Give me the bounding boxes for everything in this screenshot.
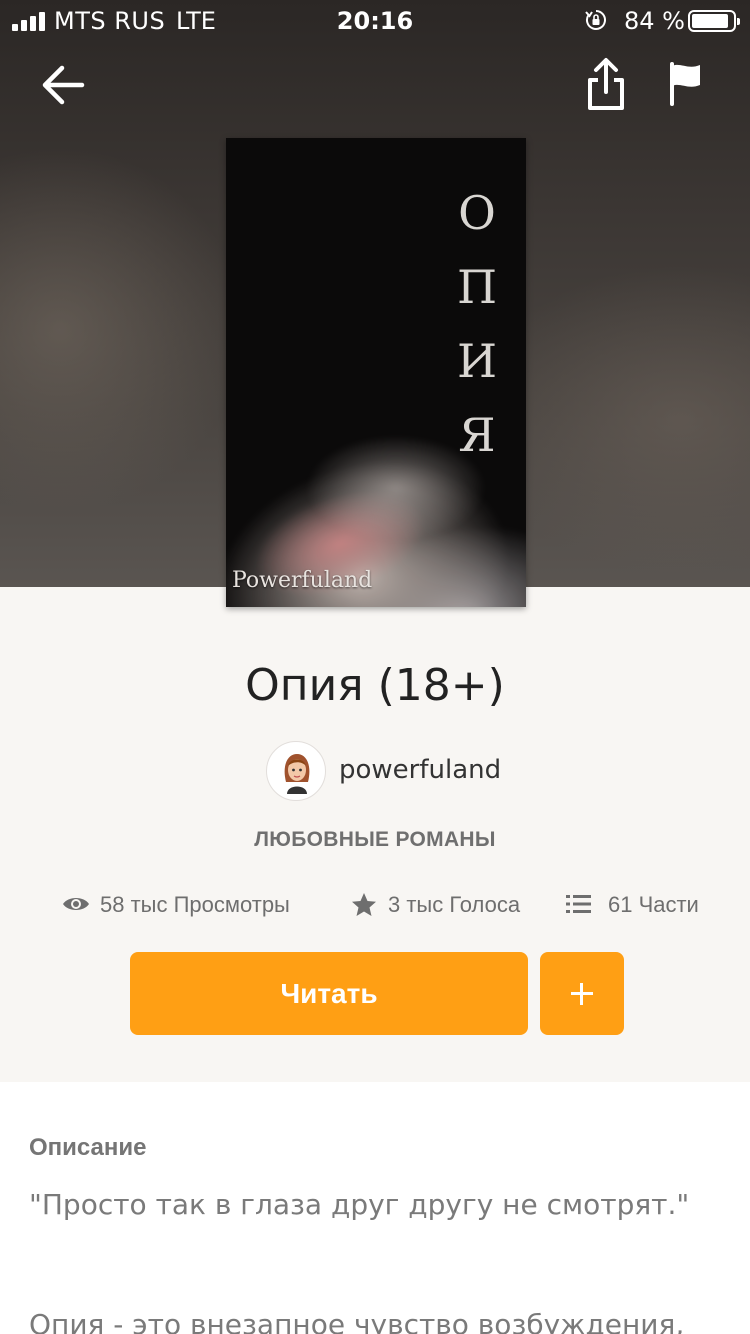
- report-button[interactable]: [664, 58, 708, 110]
- cover-title: О П И Я: [456, 186, 498, 462]
- description-card: Описание "Просто так в глаза друг другу …: [0, 1082, 750, 1334]
- parts-count: 61 Части: [608, 892, 699, 917]
- read-button[interactable]: Читать: [130, 952, 528, 1035]
- list-icon: [566, 895, 591, 913]
- share-icon: [588, 58, 624, 110]
- avatar[interactable]: [266, 741, 326, 801]
- flag-icon: [670, 62, 700, 106]
- battery-percent: 84 %: [624, 7, 685, 35]
- description-heading: Описание: [29, 1134, 147, 1161]
- share-button[interactable]: [582, 56, 630, 114]
- book-cover[interactable]: О П И Я Powerfuland: [226, 138, 526, 607]
- eye-icon: [63, 898, 89, 910]
- back-button[interactable]: [36, 58, 90, 112]
- star-icon: [352, 893, 376, 916]
- description-line: Опия - это внезапное чувство возбуждения…: [29, 1308, 685, 1334]
- story-title: Опия (18+): [245, 660, 505, 711]
- story-stats: 58 тыс Просмотры 3 тыс Голоса 61 Части: [0, 886, 750, 922]
- back-arrow-icon: [42, 65, 85, 105]
- rotation-lock-icon: [585, 10, 606, 30]
- views-count: 58 тыс Просмотры: [100, 892, 290, 917]
- votes-count: 3 тыс Голоса: [388, 892, 521, 917]
- description-line: "Просто так в глаза друг другу не смотря…: [29, 1188, 690, 1221]
- cover-author: Powerfuland: [232, 568, 373, 593]
- category-label[interactable]: ЛЮБОВНЫЕ РОМАНЫ: [0, 828, 750, 852]
- battery-icon: [688, 10, 740, 32]
- author-name[interactable]: powerfuland: [339, 755, 501, 785]
- status-bar: MTS RUS LTE 20:16 84 %: [0, 0, 750, 40]
- author-link[interactable]: powerfuland: [266, 741, 526, 801]
- avatar-image: [284, 754, 310, 794]
- add-to-library-button[interactable]: [540, 952, 624, 1035]
